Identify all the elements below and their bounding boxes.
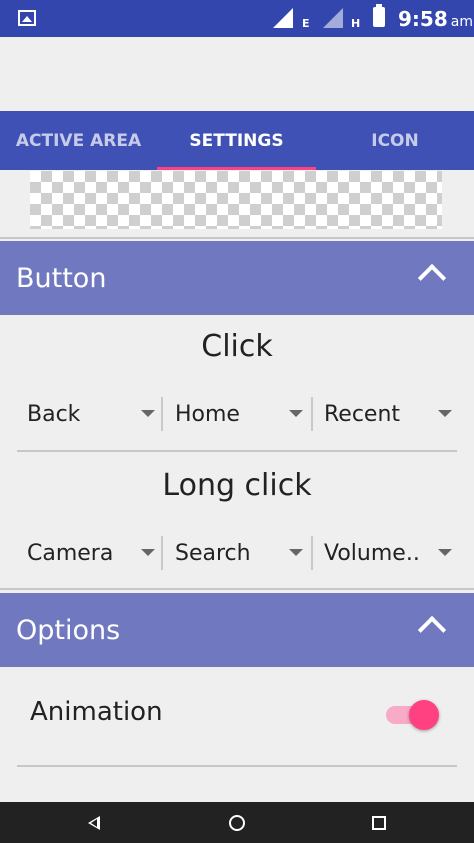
- spinner-value: Home: [175, 401, 240, 427]
- separator: [161, 536, 163, 570]
- tab-settings[interactable]: SETTINGS: [157, 111, 316, 170]
- separator: [311, 536, 313, 570]
- ampm-text: am: [450, 14, 473, 30]
- dropdown-arrow-icon: [141, 549, 155, 556]
- tab-indicator: [157, 167, 316, 170]
- click-action-spinner-1[interactable]: Back: [17, 390, 163, 438]
- signal-icon: [323, 8, 343, 28]
- click-heading: Click: [201, 329, 273, 364]
- tab-label: SETTINGS: [189, 130, 284, 151]
- spinner-value: Search: [175, 540, 251, 566]
- long-click-action-spinner-2[interactable]: Search: [165, 529, 311, 577]
- tab-bar: ACTIVE AREA SETTINGS ICON: [0, 111, 474, 170]
- status-bar: E H 9:58 am: [0, 0, 474, 37]
- network-type-label: E: [302, 17, 310, 30]
- long-click-action-spinner-3[interactable]: Volume..: [314, 529, 460, 577]
- gallery-icon: [18, 10, 36, 26]
- tab-label: ACTIVE AREA: [15, 130, 142, 151]
- clock: 9:58 am: [398, 7, 473, 31]
- click-action-spinner-3[interactable]: Recent: [314, 390, 460, 438]
- battery-icon: [373, 4, 385, 27]
- transparency-preview: [30, 171, 442, 229]
- divider: [17, 765, 457, 767]
- time-text: 9:58: [398, 7, 448, 31]
- tab-active-area[interactable]: ACTIVE AREA: [0, 111, 157, 170]
- back-icon[interactable]: [88, 816, 100, 830]
- divider: [17, 450, 457, 452]
- dropdown-arrow-icon: [438, 410, 452, 417]
- animation-toggle[interactable]: [409, 700, 439, 730]
- click-action-spinner-2[interactable]: Home: [165, 390, 311, 438]
- dropdown-arrow-icon: [289, 410, 303, 417]
- spinner-value: Volume..: [324, 540, 420, 566]
- spinner-value: Back: [27, 401, 81, 427]
- long-click-action-spinner-1[interactable]: Camera: [17, 529, 163, 577]
- section-title: Options: [16, 614, 121, 646]
- navigation-bar: [0, 802, 474, 843]
- spinner-value: Camera: [27, 540, 114, 566]
- chevron-up-icon[interactable]: [417, 263, 447, 293]
- home-icon[interactable]: [229, 815, 245, 831]
- long-click-heading: Long click: [162, 468, 312, 503]
- dropdown-arrow-icon: [438, 549, 452, 556]
- tab-icon[interactable]: ICON: [316, 111, 474, 170]
- divider: [0, 237, 474, 239]
- network-type-label: H: [351, 17, 361, 30]
- separator: [311, 397, 313, 431]
- recent-apps-icon[interactable]: [372, 816, 386, 830]
- dropdown-arrow-icon: [289, 549, 303, 556]
- button-section-header[interactable]: Button: [0, 241, 474, 315]
- section-title: Button: [16, 262, 107, 294]
- divider: [0, 588, 474, 590]
- tab-label: ICON: [371, 130, 419, 151]
- dropdown-arrow-icon: [141, 410, 155, 417]
- signal-icon: [273, 8, 293, 28]
- spinner-value: Recent: [324, 401, 401, 427]
- options-section-header[interactable]: Options: [0, 593, 474, 667]
- animation-label: Animation: [30, 697, 163, 727]
- chevron-up-icon[interactable]: [417, 615, 447, 645]
- separator: [161, 397, 163, 431]
